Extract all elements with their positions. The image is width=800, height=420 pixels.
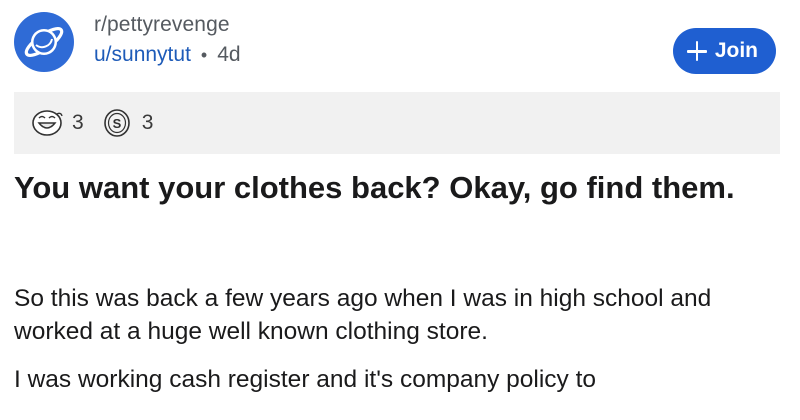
award-coin-count: 3 [141, 111, 154, 134]
join-button-label: Join [714, 39, 758, 62]
post-age: 4d [217, 43, 241, 66]
author-username[interactable]: u/sunnytut [94, 42, 191, 68]
svg-text:S: S [112, 116, 121, 131]
separator-dot: • [200, 45, 208, 65]
reddit-post-screen: r/pettyrevenge u/sunnytut • 4d Join 3 S … [0, 0, 800, 420]
post-paragraph: So this was back a few years ago when I … [14, 285, 712, 345]
subreddit-name[interactable]: r/pettyrevenge [94, 12, 241, 38]
award-laughing-count: 3 [72, 111, 84, 134]
join-button[interactable]: Join [672, 28, 776, 74]
subreddit-planet-icon[interactable] [14, 12, 74, 72]
planet-icon [24, 27, 64, 57]
awards-bar: 3 S 3 [14, 92, 780, 154]
post-body: So this was back a few years ago when I … [14, 282, 786, 411]
plus-icon [686, 41, 707, 61]
post-title[interactable]: You want your clothes back? Okay, go fin… [14, 168, 786, 207]
post-header: r/pettyrevenge u/sunnytut • 4d Join [14, 12, 786, 82]
laughing-face-icon [32, 110, 63, 136]
post-paragraph: I was working cash register and it's com… [14, 366, 597, 393]
post-meta: r/pettyrevenge u/sunnytut • 4d [94, 12, 241, 68]
award-coin[interactable]: S 3 [100, 108, 154, 138]
author-line: u/sunnytut • 4d [94, 42, 241, 68]
dollar-coin-icon: S [103, 109, 130, 137]
award-laughing[interactable]: 3 [30, 108, 84, 138]
